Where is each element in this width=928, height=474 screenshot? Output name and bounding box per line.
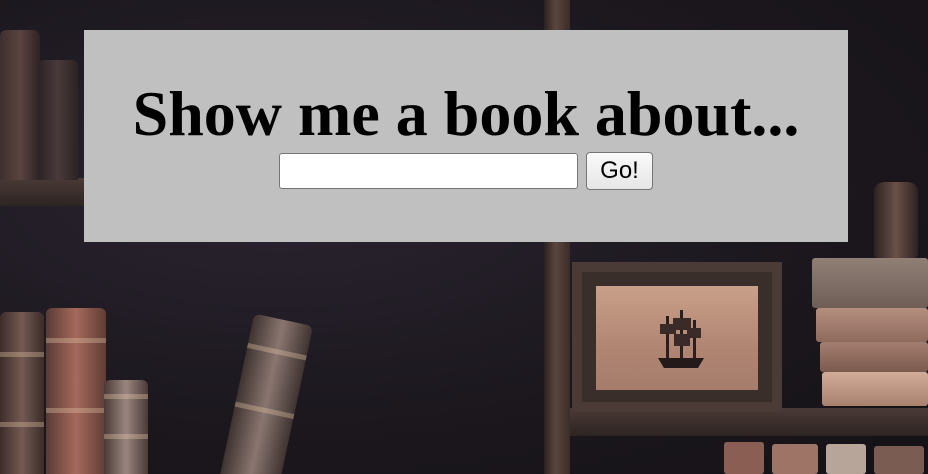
small-jar bbox=[874, 182, 918, 258]
stacked-book-4 bbox=[822, 372, 928, 406]
search-panel: Show me a book about... Go! bbox=[84, 30, 848, 242]
book-bottom-right-4 bbox=[874, 446, 924, 474]
book-top-left-2 bbox=[38, 60, 78, 180]
stacked-book-2 bbox=[816, 308, 928, 342]
stacked-book-1 bbox=[812, 258, 928, 308]
shelf-board-right bbox=[570, 408, 928, 436]
book-bottom-leaning bbox=[218, 313, 314, 474]
book-bottom-right-3 bbox=[826, 444, 866, 474]
search-form: Go! bbox=[84, 152, 848, 190]
go-button[interactable]: Go! bbox=[586, 152, 653, 190]
framed-ship-picture bbox=[572, 262, 782, 412]
ship-painting bbox=[596, 286, 758, 390]
book-bottom-1 bbox=[0, 312, 44, 474]
book-bottom-3 bbox=[104, 380, 148, 474]
book-bottom-right-2 bbox=[772, 444, 818, 474]
ship-icon bbox=[658, 310, 704, 368]
stacked-book-3 bbox=[820, 342, 928, 372]
book-bottom-right-1 bbox=[724, 442, 764, 474]
book-top-left bbox=[0, 30, 40, 180]
topic-search-input[interactable] bbox=[279, 153, 579, 189]
page-heading: Show me a book about... bbox=[132, 78, 800, 149]
shelf-board-top-left bbox=[0, 178, 90, 206]
book-bottom-2 bbox=[46, 308, 106, 474]
